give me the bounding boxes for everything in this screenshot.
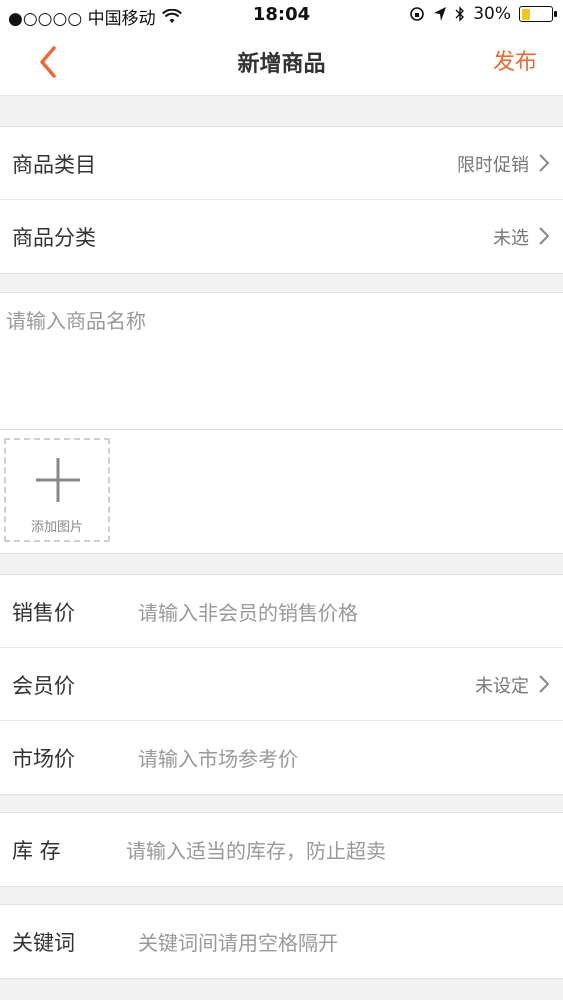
chevron-right-icon bbox=[539, 675, 550, 693]
sale-price-input[interactable]: 请输入非会员的销售价格 bbox=[138, 597, 358, 626]
chevron-right-icon bbox=[539, 227, 550, 245]
classification-row[interactable]: 商品分类 未选 bbox=[0, 200, 563, 273]
category-group: 商品类目 限时促销 商品分类 未选 bbox=[0, 126, 563, 274]
status-bar: ●○○○○ 中国移动 18:04 30% bbox=[0, 0, 563, 30]
member-price-value: 未设定 bbox=[475, 676, 529, 697]
product-name-placeholder: 请输入商品名称 bbox=[6, 309, 146, 333]
sale-price-row: 销售价 请输入非会员的销售价格 bbox=[0, 575, 563, 648]
status-right: 30% bbox=[409, 4, 557, 24]
nav-bar: 新增商品 发布 bbox=[0, 30, 563, 96]
product-name-input[interactable]: 请输入商品名称 bbox=[0, 292, 563, 430]
orientation-lock-icon bbox=[410, 7, 425, 21]
stock-group: 库 存 请输入适当的库存，防止超卖 bbox=[0, 812, 563, 887]
add-photo-label: 添加图片 bbox=[30, 520, 83, 535]
page-title: 新增商品 bbox=[237, 52, 326, 77]
bluetooth-icon bbox=[455, 6, 465, 22]
keywords-group: 关键词 关键词间请用空格隔开 bbox=[0, 904, 563, 979]
category-row[interactable]: 商品类目 限时促销 bbox=[0, 127, 563, 200]
add-photo-button[interactable]: 添加图片 bbox=[4, 438, 110, 542]
category-value: 限时促销 bbox=[457, 155, 529, 176]
market-price-label: 市场价 bbox=[12, 747, 75, 771]
stock-row: 库 存 请输入适当的库存，防止超卖 bbox=[0, 813, 563, 886]
chevron-right-icon bbox=[539, 154, 550, 172]
plus-icon bbox=[36, 458, 80, 502]
sale-price-label: 销售价 bbox=[12, 601, 75, 625]
location-icon bbox=[434, 7, 447, 21]
battery-fill bbox=[521, 8, 531, 20]
publish-button[interactable]: 发布 bbox=[493, 44, 537, 76]
battery-icon bbox=[519, 6, 557, 22]
member-price-label: 会员价 bbox=[12, 674, 75, 698]
image-area: 添加图片 bbox=[0, 430, 563, 554]
market-price-row: 市场价 请输入市场参考价 bbox=[0, 721, 563, 794]
classification-label: 商品分类 bbox=[12, 226, 96, 250]
stock-input[interactable]: 请输入适当的库存，防止超卖 bbox=[126, 835, 386, 864]
keywords-label: 关键词 bbox=[12, 931, 75, 955]
member-price-row[interactable]: 会员价 未设定 bbox=[0, 648, 563, 721]
battery-percent: 30% bbox=[473, 4, 511, 24]
category-label: 商品类目 bbox=[12, 153, 96, 177]
market-price-input[interactable]: 请输入市场参考价 bbox=[138, 743, 298, 772]
keywords-input[interactable]: 关键词间请用空格隔开 bbox=[138, 927, 338, 956]
stock-label: 库 存 bbox=[12, 839, 61, 863]
keywords-row: 关键词 关键词间请用空格隔开 bbox=[0, 905, 563, 978]
classification-value: 未选 bbox=[493, 228, 529, 249]
price-group: 销售价 请输入非会员的销售价格 会员价 未设定 市场价 请输入市场参考价 bbox=[0, 574, 563, 795]
